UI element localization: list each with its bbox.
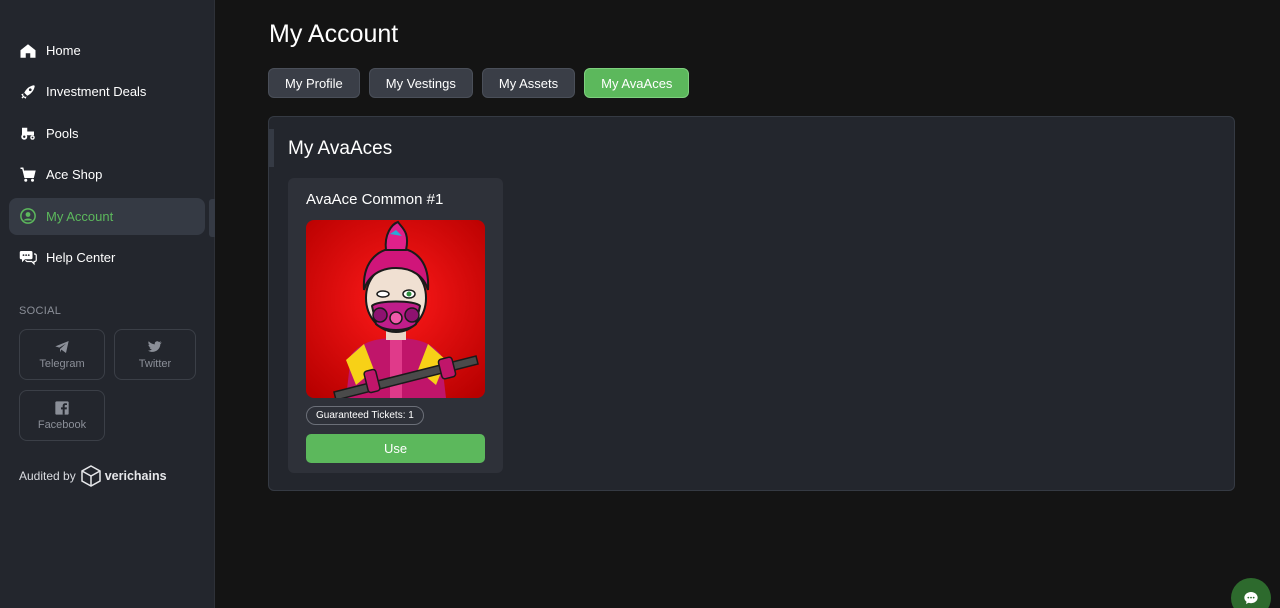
cube-icon [80,465,101,487]
chat-icon [1244,592,1258,604]
facebook-icon [55,401,69,415]
sidebar-item-ace-shop[interactable]: Ace Shop [9,156,205,193]
tractor-icon [18,123,38,143]
use-button[interactable]: Use [306,434,485,463]
audited-label: Audited by [19,469,76,483]
panel-accent-bar [269,129,274,167]
twitter-link[interactable]: Twitter [114,329,196,380]
sidebar-item-label: Help Center [46,249,116,265]
twitter-icon [148,341,162,352]
home-icon [18,41,38,61]
sidebar-item-label: My Account [46,208,114,224]
sidebar-item-home[interactable]: Home [9,32,205,69]
sidebar-item-my-account[interactable]: My Account [9,197,205,235]
panel-title: My AvaAces [288,138,393,159]
active-nav-marker [209,199,215,237]
telegram-link[interactable]: Telegram [19,329,105,380]
facebook-link[interactable]: Facebook [19,390,105,441]
chat-widget-button[interactable] [1231,578,1271,608]
social-label: Twitter [138,358,172,370]
sidebar-item-label: Ace Shop [46,167,103,183]
cart-icon [18,165,38,185]
sidebar-item-help-center[interactable]: Help Center [9,239,205,276]
sidebar: Home Investment Deals Pools Ace Shop My … [0,0,215,608]
telegram-icon [55,341,69,353]
social-heading: SOCIAL [19,305,62,317]
audited-by: Audited by verichains [19,464,167,488]
sidebar-item-label: Home [46,43,81,58]
rocket-icon [18,82,38,102]
social-label: Telegram [39,358,85,370]
verichains-logo[interactable]: verichains [80,464,167,488]
page-title: My Account [269,20,399,48]
social-label: Facebook [37,419,87,431]
tab-my-avaaces[interactable]: My AvaAces [584,68,690,98]
avaaces-panel: My AvaAces AvaAce Common #1 Guaranteed T… [268,116,1235,491]
user-circle-icon [18,206,38,226]
tab-my-vestings[interactable]: My Vestings [368,68,473,98]
tab-my-assets[interactable]: My Assets [481,68,576,98]
chat-bubbles-icon [18,247,38,267]
auditor-name: verichains [104,469,167,483]
account-tabs: My Profile My Vestings My Assets My AvaA… [268,68,698,98]
sidebar-item-label: Pools [46,125,79,141]
guaranteed-tickets-badge: Guaranteed Tickets: 1 [306,406,424,425]
sidebar-nav: Home Investment Deals Pools Ace Shop My … [9,32,205,280]
sidebar-item-investment-deals[interactable]: Investment Deals [9,73,205,110]
sidebar-item-pools[interactable]: Pools [9,115,205,152]
sidebar-item-label: Investment Deals [46,84,147,100]
nft-image [306,220,485,398]
nft-card: AvaAce Common #1 Guaranteed Tickets: 1 U… [288,178,503,473]
nft-card-title: AvaAce Common #1 [306,191,444,208]
tab-my-profile[interactable]: My Profile [268,68,360,98]
